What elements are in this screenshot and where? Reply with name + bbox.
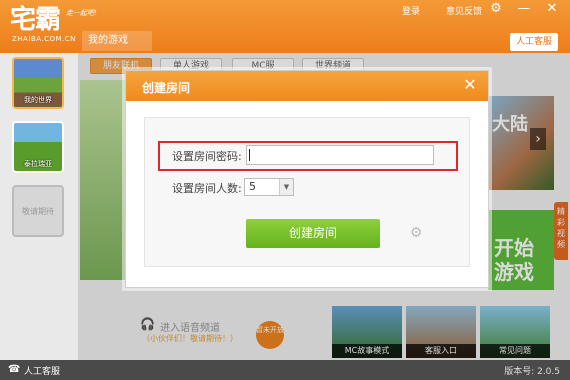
feedback-link[interactable]: 意见反馈 bbox=[446, 4, 482, 17]
player-count-label: 设置房间人数: bbox=[172, 182, 242, 195]
sidebar-game-label: 泰拉瑞亚 bbox=[24, 160, 52, 168]
chevron-down-icon[interactable]: ▼ bbox=[279, 179, 293, 195]
login-link[interactable]: 登录 bbox=[402, 4, 420, 17]
create-room-button[interactable]: 创建房间 bbox=[246, 219, 380, 248]
text-caret bbox=[249, 149, 250, 161]
dialog-header: 创建房间 ✕ bbox=[126, 71, 488, 101]
sidebar-game-coming-soon: 敬请期待 bbox=[12, 185, 64, 237]
status-support-link[interactable]: 人工客服 bbox=[24, 364, 60, 377]
version-label: 版本号: 2.0.5 bbox=[504, 367, 560, 377]
sidebar-game-label: 我的世界 bbox=[24, 96, 52, 104]
player-count-value: 5 bbox=[249, 180, 256, 193]
settings-icon[interactable]: ⚙ bbox=[488, 1, 504, 17]
close-icon[interactable]: ✕ bbox=[544, 1, 560, 17]
room-password-input[interactable] bbox=[246, 145, 434, 165]
sidebar-game-minecraft[interactable]: 我的世界 bbox=[12, 57, 64, 109]
sidebar-game-label: 敬请期待 bbox=[22, 207, 54, 216]
app-window: 宅霸 ZHAIBA.COM.CN 走一起吧! 登录 意见反馈 ⚙ — ✕ 我的游… bbox=[0, 0, 570, 380]
gear-icon[interactable]: ⚙ bbox=[408, 225, 424, 241]
minimize-icon[interactable]: — bbox=[516, 1, 532, 17]
close-icon[interactable]: ✕ bbox=[460, 75, 480, 95]
sidebar-game-terraria[interactable]: 泰拉瑞亚 bbox=[12, 121, 64, 173]
dialog-title: 创建房间 bbox=[142, 81, 191, 95]
tab-my-games[interactable]: 我的游戏 bbox=[82, 31, 152, 51]
create-room-dialog: 创建房间 ✕ bbox=[125, 70, 489, 288]
support-button[interactable]: 人工客服 bbox=[509, 33, 558, 51]
top-bar: 宅霸 ZHAIBA.COM.CN 走一起吧! 登录 意见反馈 ⚙ — ✕ 我的游… bbox=[0, 0, 570, 53]
status-bar: ☎ 人工客服 版本号: 2.0.5 bbox=[0, 360, 570, 380]
sidebar: 我的世界 泰拉瑞亚 敬请期待 bbox=[0, 53, 78, 360]
support-icon: ☎ bbox=[8, 364, 21, 375]
logo-domain: ZHAIBA.COM.CN bbox=[12, 35, 76, 43]
password-label: 设置房间密码: bbox=[172, 150, 242, 163]
player-count-select[interactable]: 5 ▼ bbox=[244, 178, 294, 196]
logo: 宅霸 bbox=[10, 5, 61, 35]
logo-slogan: 走一起吧! bbox=[66, 9, 97, 17]
